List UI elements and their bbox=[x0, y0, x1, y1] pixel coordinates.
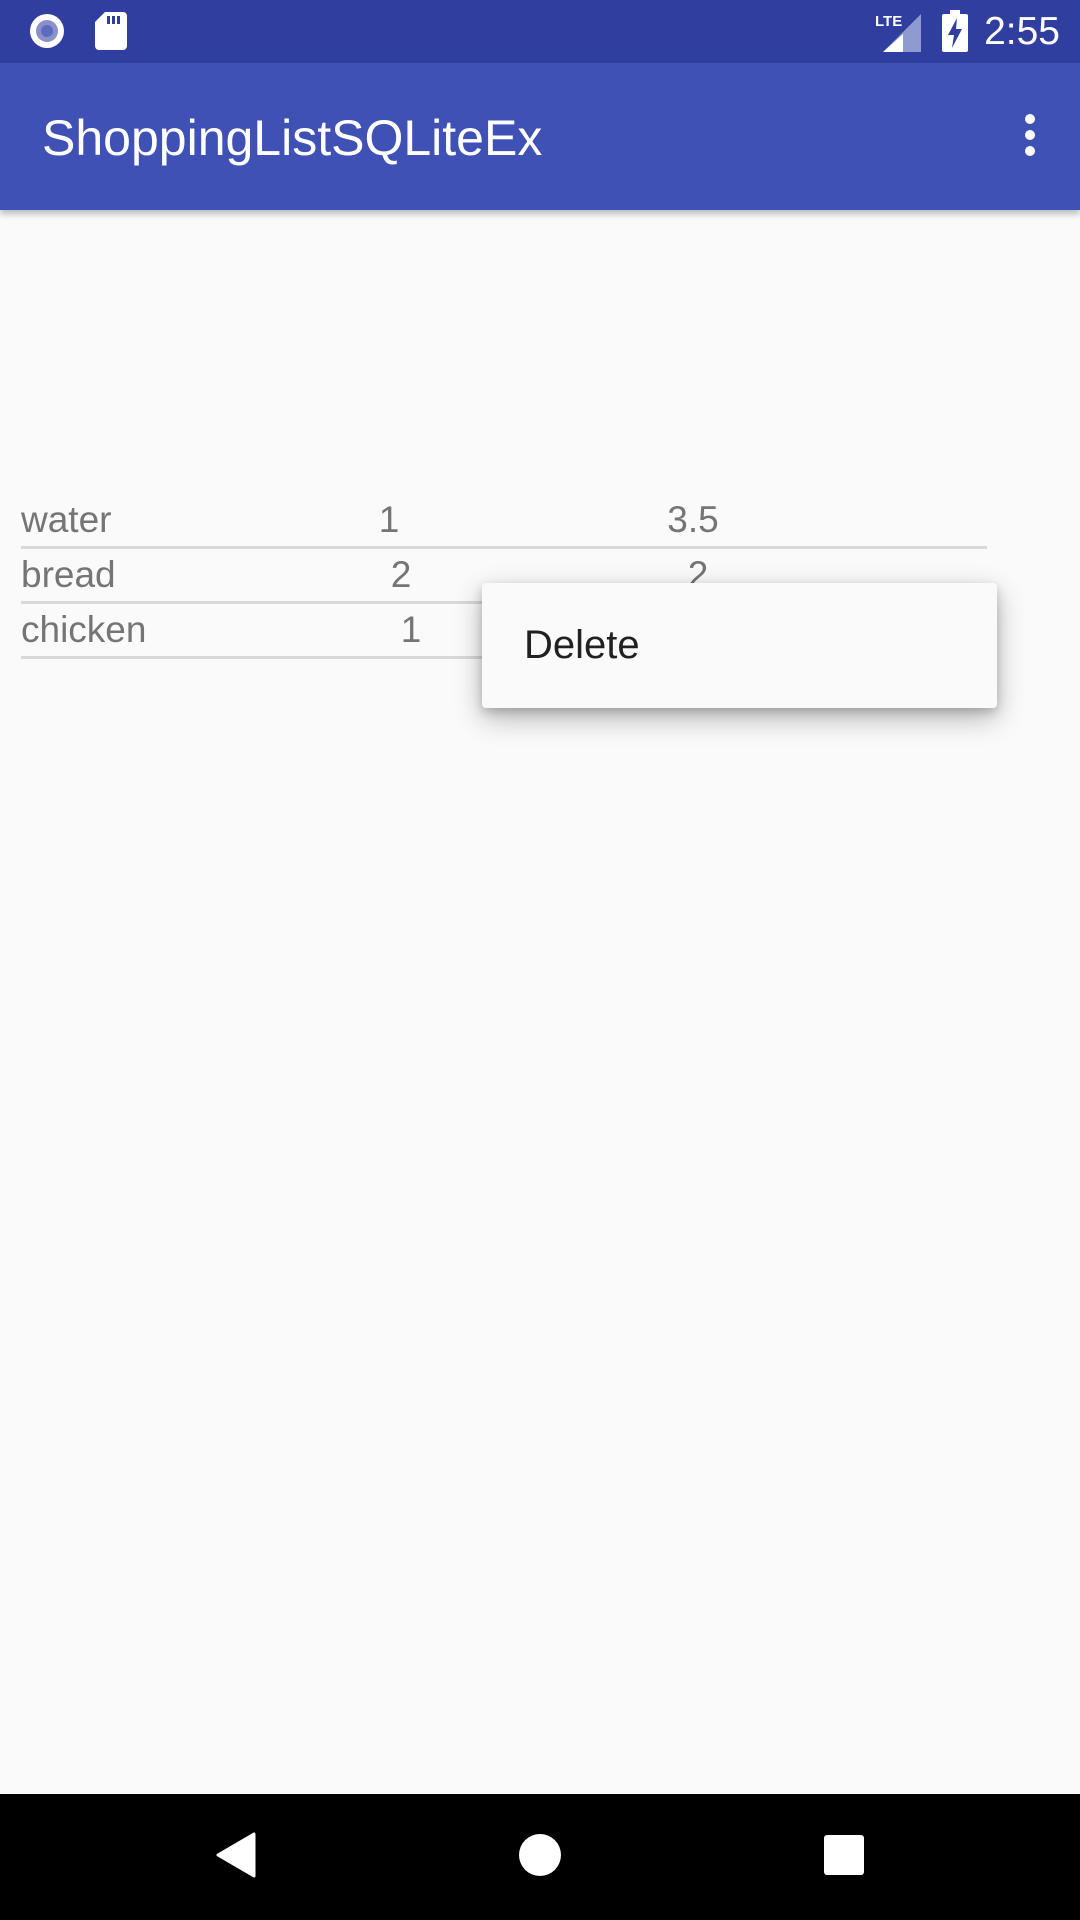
app-title: ShoppingListSQLiteEx bbox=[42, 110, 543, 166]
item-name: water bbox=[21, 499, 112, 540]
home-button[interactable] bbox=[470, 1794, 610, 1920]
item-quantity: 2 bbox=[390, 554, 412, 595]
menu-item-label: Delete bbox=[524, 623, 640, 667]
context-menu: Delete bbox=[482, 583, 997, 708]
item-name: chicken bbox=[21, 609, 147, 650]
record-icon bbox=[28, 12, 66, 55]
battery-charging-icon bbox=[942, 10, 968, 57]
delete-menu-item[interactable]: Delete bbox=[482, 583, 997, 708]
app-bar: ShoppingListSQLiteEx bbox=[0, 63, 1080, 210]
svg-text:LTE: LTE bbox=[875, 13, 902, 30]
item-price: 3.5 bbox=[667, 499, 719, 540]
overflow-menu-button[interactable] bbox=[980, 93, 1080, 181]
table-row[interactable]: water 1 3.5 bbox=[21, 494, 987, 549]
item-quantity: 1 bbox=[400, 609, 422, 650]
home-icon bbox=[519, 1833, 561, 1881]
back-button[interactable] bbox=[166, 1794, 306, 1920]
status-time: 2:55 bbox=[984, 10, 1060, 53]
more-vert-icon bbox=[1023, 113, 1037, 162]
navigation-bar bbox=[0, 1794, 1080, 1920]
status-bar: LTE 2:55 bbox=[0, 0, 1080, 63]
sd-card-icon bbox=[95, 12, 127, 55]
lte-signal-icon: LTE bbox=[873, 10, 923, 57]
recents-icon bbox=[824, 1834, 864, 1880]
item-name: bread bbox=[21, 554, 116, 595]
back-icon bbox=[216, 1832, 256, 1883]
recents-button[interactable] bbox=[774, 1794, 914, 1920]
item-quantity: 1 bbox=[378, 499, 400, 540]
